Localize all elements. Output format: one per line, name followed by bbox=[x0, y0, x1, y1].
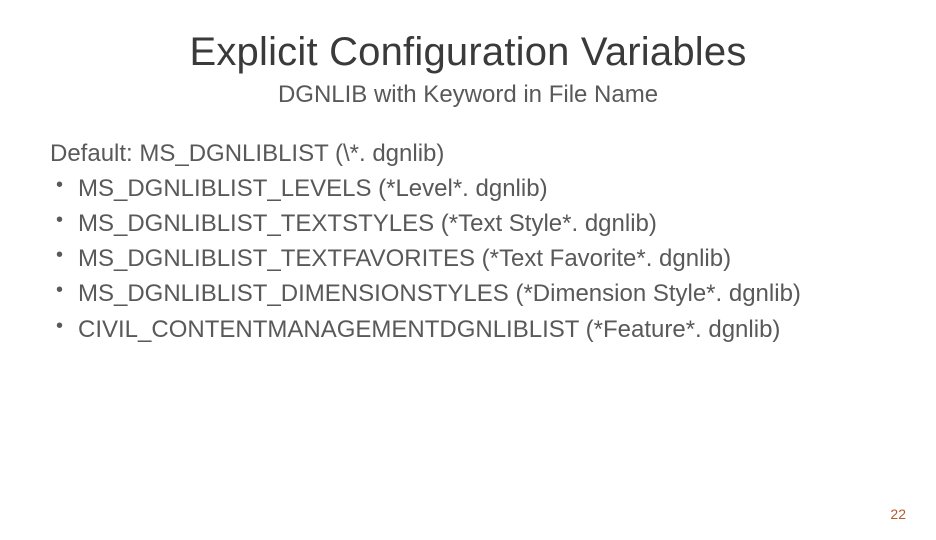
page-subtitle: DGNLIB with Keyword in File Name bbox=[50, 81, 886, 109]
list-item: MS_DGNLIBLIST_LEVELS (*Level*. dgnlib) bbox=[50, 172, 886, 205]
bullet-list: MS_DGNLIBLIST_LEVELS (*Level*. dgnlib) M… bbox=[50, 172, 886, 346]
page-title: Explicit Configuration Variables bbox=[50, 30, 886, 75]
list-item: MS_DGNLIBLIST_TEXTSTYLES (*Text Style*. … bbox=[50, 207, 886, 240]
list-item: MS_DGNLIBLIST_TEXTFAVORITES (*Text Favor… bbox=[50, 242, 886, 275]
default-line: Default: MS_DGNLIBLIST (\*. dgnlib) bbox=[50, 137, 886, 170]
list-item: MS_DGNLIBLIST_DIMENSIONSTYLES (*Dimensio… bbox=[50, 277, 886, 310]
page-number: 22 bbox=[890, 506, 906, 522]
list-item: CIVIL_CONTENTMANAGEMENTDGNLIBLIST (*Feat… bbox=[50, 313, 886, 346]
content-block: Default: MS_DGNLIBLIST (\*. dgnlib) MS_D… bbox=[50, 137, 886, 346]
